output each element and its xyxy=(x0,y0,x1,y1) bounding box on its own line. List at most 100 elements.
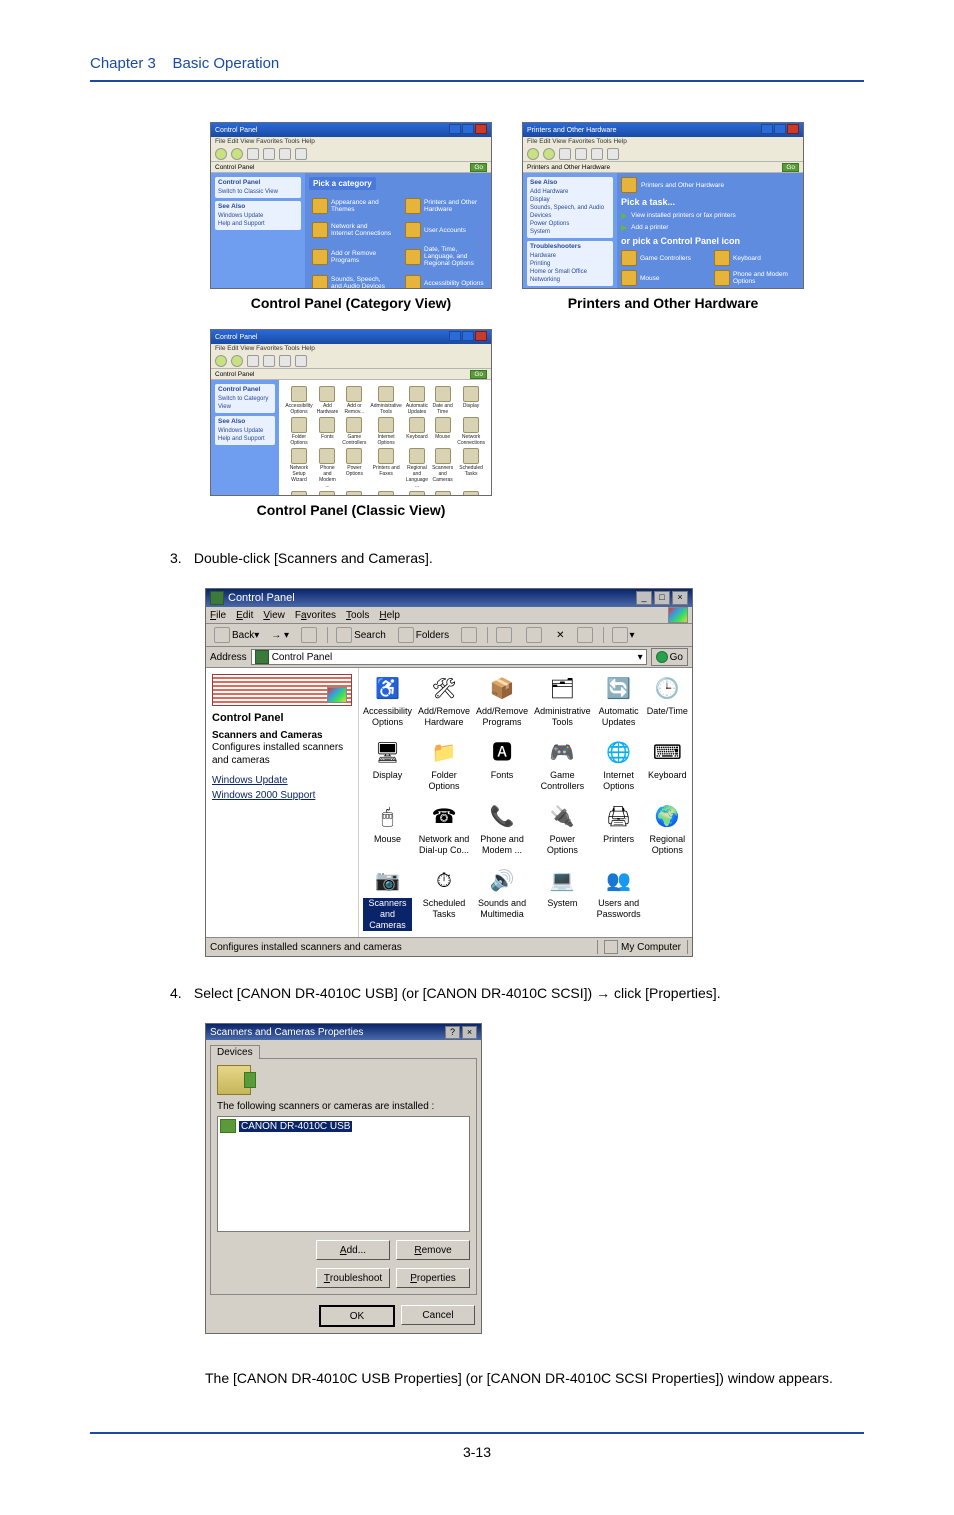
classic-icon-item[interactable]: Internet Options xyxy=(370,417,401,446)
control-panel-icon-item[interactable]: 🌍Regional Options xyxy=(647,802,688,856)
search-icon[interactable] xyxy=(263,355,275,367)
search-icon[interactable] xyxy=(575,148,587,160)
menu-favorites[interactable]: Favorites xyxy=(295,610,336,621)
go-button[interactable]: Go xyxy=(651,648,688,666)
close-icon[interactable] xyxy=(475,124,487,134)
control-panel-icon-item[interactable]: 🅰Fonts xyxy=(476,738,528,792)
classic-icon-item[interactable]: Keyboard xyxy=(406,417,428,446)
classic-icon-item[interactable]: Scheduled Tasks xyxy=(457,448,485,489)
classic-icon-item[interactable]: Administrative Tools xyxy=(370,386,401,415)
side-link[interactable]: System xyxy=(530,228,610,236)
folders-icon[interactable] xyxy=(279,148,291,160)
windows-update-link[interactable]: Windows Update xyxy=(212,773,352,788)
classic-icon-item[interactable]: Game Controllers xyxy=(342,417,366,446)
classic-icon-item[interactable]: Phone and Modem ... xyxy=(317,448,339,489)
menu-edit[interactable]: Edit xyxy=(236,610,253,621)
forward-icon[interactable] xyxy=(231,148,243,160)
side-link[interactable]: Add Hardware xyxy=(530,188,610,196)
go-button[interactable]: Go xyxy=(470,163,487,172)
classic-icon-item[interactable]: Regional and Language ... xyxy=(406,448,428,489)
menu-view[interactable]: View xyxy=(263,610,285,621)
back-button[interactable]: Back ▾ xyxy=(210,625,263,645)
up-icon[interactable] xyxy=(247,355,259,367)
control-panel-icon-item[interactable]: 📷Scanners and Cameras xyxy=(363,866,412,931)
minimize-icon[interactable] xyxy=(449,124,461,134)
cp-icon-item[interactable]: Mouse xyxy=(621,270,706,286)
close-icon[interactable] xyxy=(475,331,487,341)
device-list[interactable]: CANON DR-4010C USB xyxy=(217,1116,470,1232)
windows-support-link[interactable]: Windows 2000 Support xyxy=(212,788,352,803)
control-panel-icon-item[interactable]: 🕒Date/Time xyxy=(647,674,688,728)
add-button[interactable]: Add... xyxy=(316,1240,390,1260)
classic-icon-item[interactable]: Power Options xyxy=(342,448,366,489)
category-item[interactable]: Printers and Other Hardware xyxy=(402,196,487,216)
close-button[interactable]: × xyxy=(672,591,688,605)
maximize-icon[interactable] xyxy=(462,124,474,134)
classic-icon-item[interactable]: Sounds and Audio Devices xyxy=(317,491,339,496)
views-icon[interactable] xyxy=(295,355,307,367)
control-panel-icon-item[interactable]: 🔄Automatic Updates xyxy=(597,674,641,728)
forward-icon[interactable] xyxy=(543,148,555,160)
minimize-icon[interactable] xyxy=(449,331,461,341)
address-field[interactable]: Control Panel ▾ xyxy=(251,649,647,665)
side-link[interactable]: Sounds, Speech, and Audio Devices xyxy=(530,204,610,220)
control-panel-icon-item[interactable]: 🌐Internet Options xyxy=(597,738,641,792)
task-link[interactable]: ▶Add a printer xyxy=(621,223,799,232)
control-panel-icon-item[interactable]: 🖱Mouse xyxy=(363,802,412,856)
control-panel-icon-item[interactable]: 📦Add/Remove Programs xyxy=(476,674,528,728)
back-icon[interactable] xyxy=(215,148,227,160)
side-link[interactable]: Switch to Category View xyxy=(218,395,272,411)
mini-menubar[interactable]: File Edit View Favorites Tools Help xyxy=(523,137,803,147)
maximize-icon[interactable] xyxy=(774,124,786,134)
control-panel-icon-item[interactable]: ☎Network and Dial-up Co... xyxy=(418,802,470,856)
forward-icon[interactable] xyxy=(231,355,243,367)
control-panel-icon-item[interactable]: 🎮Game Controllers xyxy=(534,738,591,792)
go-button[interactable]: Go xyxy=(782,163,799,172)
mini-menubar[interactable]: File Edit View Favorites Tools Help xyxy=(211,344,491,354)
back-icon[interactable] xyxy=(527,148,539,160)
search-icon[interactable] xyxy=(263,148,275,160)
address-dropdown-icon[interactable]: ▾ xyxy=(638,652,643,663)
troubleshoot-button[interactable]: Troubleshoot xyxy=(316,1268,390,1288)
control-panel-icon-item[interactable]: 📞Phone and Modem ... xyxy=(476,802,528,856)
maximize-icon[interactable] xyxy=(462,331,474,341)
control-panel-icon-item[interactable]: 🔊Sounds and Multimedia xyxy=(476,866,528,931)
side-link[interactable]: Windows Update xyxy=(218,427,272,435)
classic-icon-item[interactable]: Add or Remov... xyxy=(342,386,366,415)
copyto-button[interactable] xyxy=(522,625,548,645)
classic-icon-item[interactable]: Taskbar and Start Menu xyxy=(406,491,428,496)
control-panel-icon-item[interactable]: 🖨Printers xyxy=(597,802,641,856)
classic-icon-item[interactable]: Add Hardware xyxy=(317,386,339,415)
classic-icon-item[interactable]: Automatic Updates xyxy=(406,386,428,415)
window-titlebar[interactable]: Control Panel _ □ × xyxy=(206,589,692,607)
side-link[interactable]: Home or Small Office Networking xyxy=(530,268,610,284)
control-panel-icon-item[interactable]: ⏱Scheduled Tasks xyxy=(418,866,470,931)
side-link[interactable]: Hardware xyxy=(530,252,610,260)
up-button[interactable] xyxy=(297,625,323,645)
classic-icon-item[interactable]: Accessibility Options xyxy=(285,386,312,415)
category-item[interactable]: Appearance and Themes xyxy=(309,196,394,216)
minimize-icon[interactable] xyxy=(761,124,773,134)
maximize-button[interactable]: □ xyxy=(654,591,670,605)
history-button[interactable] xyxy=(457,625,483,645)
menu-help[interactable]: Help xyxy=(379,610,400,621)
control-panel-icon-item[interactable]: 📁Folder Options xyxy=(418,738,470,792)
classic-icon-item[interactable]: Network Setup Wizard xyxy=(285,448,312,489)
cp-icon-item[interactable]: Game Controllers xyxy=(621,250,706,266)
menu-tools[interactable]: Tools xyxy=(346,610,369,621)
control-panel-icon-item[interactable]: 🗂Administrative Tools xyxy=(534,674,591,728)
up-icon[interactable] xyxy=(559,148,571,160)
back-icon[interactable] xyxy=(215,355,227,367)
classic-icon-item[interactable]: System xyxy=(370,491,401,496)
classic-icon-item[interactable]: Network Connections xyxy=(457,417,485,446)
classic-icon-item[interactable]: Printers and Faxes xyxy=(370,448,401,489)
category-item[interactable]: Add or Remove Programs xyxy=(309,244,394,269)
views-button[interactable]: ▾ xyxy=(608,625,639,645)
category-item[interactable]: Accessibility Options xyxy=(402,273,487,289)
search-button[interactable]: Search xyxy=(332,625,390,645)
close-button[interactable]: × xyxy=(462,1026,477,1039)
up-icon[interactable] xyxy=(247,148,259,160)
control-panel-icon-item[interactable]: 🔌Power Options xyxy=(534,802,591,856)
side-link[interactable]: Windows Update xyxy=(218,212,298,220)
classic-icon-item[interactable]: User Accounts xyxy=(432,491,453,496)
